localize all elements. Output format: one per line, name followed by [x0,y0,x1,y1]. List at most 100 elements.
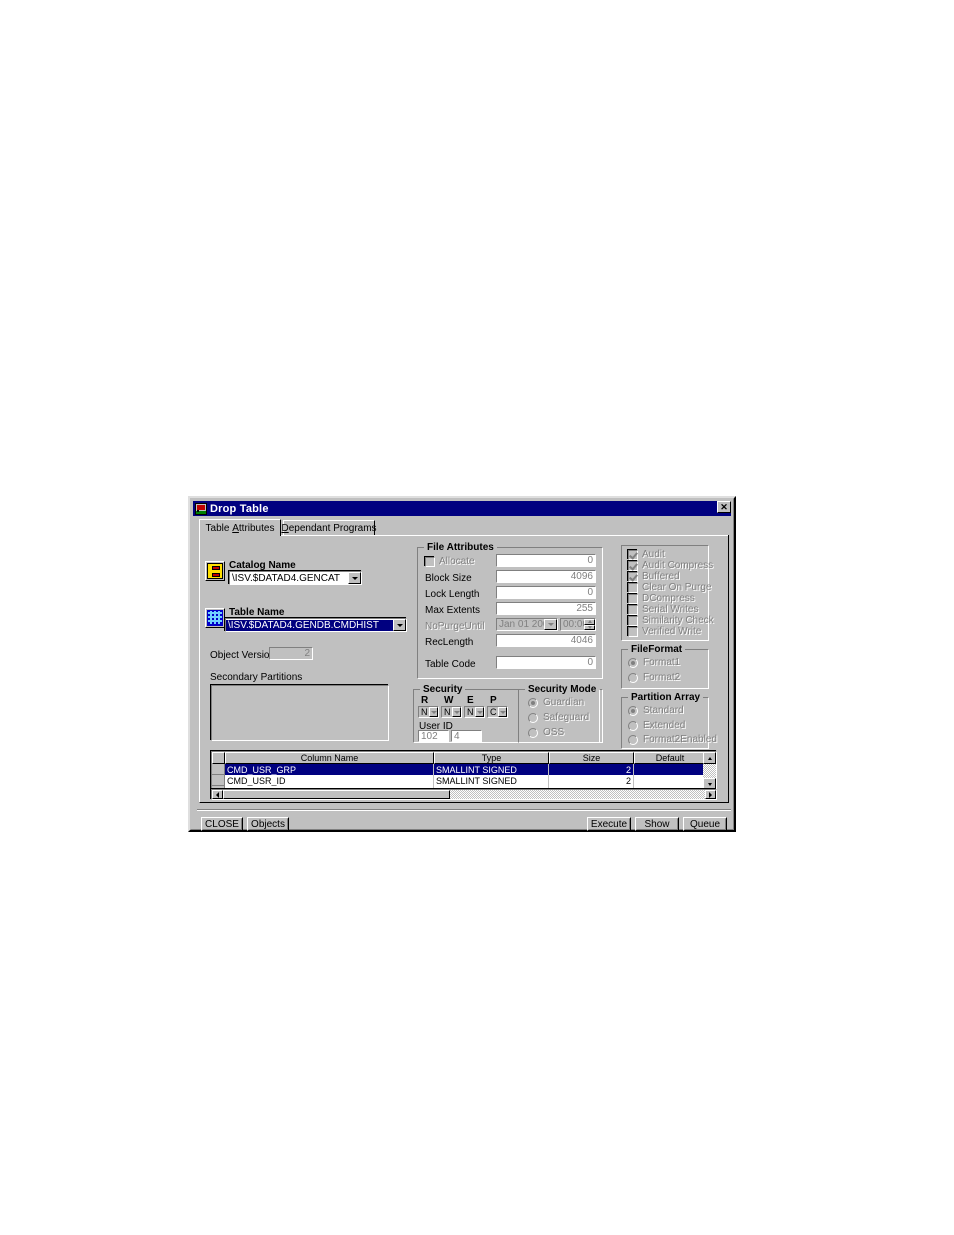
cell-type: SMALLINT SIGNED [434,775,549,786]
security-header-e: E [467,695,474,706]
radio-label: Format2Enabled [643,734,717,745]
security-header-r: R [421,695,429,706]
file-format-group: FileFormat [621,644,709,689]
security-r-value: N [421,707,428,717]
radio-label: Standard [643,705,684,716]
cell-type: SMALLINT SIGNED [434,764,549,775]
checkbox-icon [628,549,638,560]
flag-label: Audit [642,549,665,560]
flag-label: Similarity Check [642,615,714,626]
flag-label: Verified Write [642,626,702,637]
flag-audit-compress: Audit Compress [628,560,713,571]
row-selector[interactable] [212,775,225,786]
user-id-group-field[interactable]: 102 [418,730,449,742]
row-selector[interactable] [212,764,225,775]
radio-icon [528,712,538,723]
chevron-down-icon [429,707,438,717]
cell-column-name: CMD_USR_ID [225,775,434,786]
security-w-value: N [444,707,451,717]
cell-size: 2 [549,764,634,775]
table-code-field[interactable]: 0 [496,656,596,669]
block-size-field[interactable]: 4096 [496,570,596,583]
spinner-icon [584,619,595,630]
drop-table-window: Drop Table ✕ Table Attributes Dependant … [188,496,736,832]
radio-oss: OSS [528,727,564,738]
secondary-partitions-list[interactable] [211,685,389,741]
scroll-right-icon[interactable] [705,790,716,799]
scroll-up-icon[interactable] [703,752,716,764]
security-r-combo: N [418,706,439,718]
table-name-value: \ISV.$DATAD4.GENDB.CMDHIST [226,619,393,631]
table-grid-icon [205,608,225,628]
chevron-down-icon [498,707,507,717]
catalog-name-combo[interactable]: \ISV.$DATAD4.GENCAT [229,571,362,585]
flag-buffered: Buffered [628,571,680,582]
catalog-name-label: Catalog Name [229,560,296,571]
radio-icon [628,657,638,668]
table-row[interactable]: CMD_USR_ID SMALLINT SIGNED 2 [212,775,705,786]
scroll-left-icon[interactable] [212,790,223,799]
chevron-down-icon [475,707,484,717]
grid-col-type[interactable]: Type [434,752,549,764]
table-code-label: Table Code [425,659,476,670]
grid-col-size[interactable]: Size [549,752,634,764]
radio-standard: Standard [628,705,684,716]
security-w-combo: N [441,706,462,718]
allocate-label: Allocate [439,556,475,567]
allocate-checkbox[interactable]: Allocate [425,556,475,567]
scroll-thumb[interactable] [223,790,450,799]
secondary-partitions-label: Secondary Partitions [210,672,303,683]
close-button[interactable]: CLOSE [201,817,243,831]
table-row[interactable]: CMD_USR_GRP SMALLINT SIGNED 2 [212,764,705,775]
object-version-label: Object Version [210,650,276,661]
flag-similarity-check: Similarity Check [628,615,714,626]
close-icon[interactable]: ✕ [717,501,731,513]
chevron-down-icon[interactable] [393,619,406,631]
user-id-user-field[interactable]: 4 [451,730,482,742]
security-title: Security [420,684,466,695]
flag-label: Clear On Purge [642,582,712,593]
show-button[interactable]: Show [635,817,679,831]
tab-dependant-programs[interactable]: Dependant Programs [281,520,377,535]
screenshot-page: Drop Table ✕ Table Attributes Dependant … [0,0,954,1235]
grid-header-row: Column Name Type Size Default [212,752,716,764]
grid-col-column-name[interactable]: Column Name [225,752,434,764]
max-extents-field[interactable]: 255 [496,602,596,615]
radio-label: Extended [643,720,686,731]
tab-table-attributes[interactable]: Table Attributes [199,519,281,536]
table-name-combo[interactable]: \ISV.$DATAD4.GENDB.CMDHIST [225,618,407,632]
security-mode-title: Security Mode [525,684,600,695]
window-titlebar[interactable]: Drop Table [193,501,731,516]
grid-horizontal-scrollbar[interactable] [211,789,717,800]
file-attributes-title: File Attributes [424,542,497,553]
window-title: Drop Table [210,502,269,515]
radio-format1: Format1 [628,657,680,668]
cell-size: 2 [549,775,634,786]
security-e-combo: N [464,706,485,718]
chevron-down-icon[interactable] [348,572,361,584]
flag-label: DCompress [642,593,695,604]
radio-format2: Format2 [628,672,680,683]
security-p-combo: C [487,706,508,718]
objects-button[interactable]: Objects [247,817,289,831]
flag-label: Buffered [642,571,680,582]
radio-format2enabled: Format2Enabled [628,734,717,745]
grid-col-default[interactable]: Default [634,752,706,764]
radio-label: OSS [543,727,565,738]
reclength-field[interactable]: 4046 [496,634,596,647]
flag-clear-on-purge: Clear On Purge [628,582,711,593]
catalog-name-value: \ISV.$DATAD4.GENCAT [232,572,340,584]
execute-button[interactable]: Execute [587,817,631,831]
radio-safeguard: Safeguard [528,712,589,723]
nopurgeuntil-time-spinner: 00:00 [560,618,596,631]
file-format-title: FileFormat [628,644,686,655]
nopurgeuntil-date-combo: Jan 01 2000 [496,618,558,631]
queue-button[interactable]: Queue [683,817,727,831]
checkbox-icon [425,556,435,567]
allocate-field[interactable]: 0 [496,554,596,567]
lock-length-field[interactable]: 0 [496,586,596,599]
chevron-down-icon [544,619,557,630]
checkbox-icon [628,560,638,571]
reclength-label: RecLength [425,637,474,648]
flag-label: Audit Compress [642,560,714,571]
